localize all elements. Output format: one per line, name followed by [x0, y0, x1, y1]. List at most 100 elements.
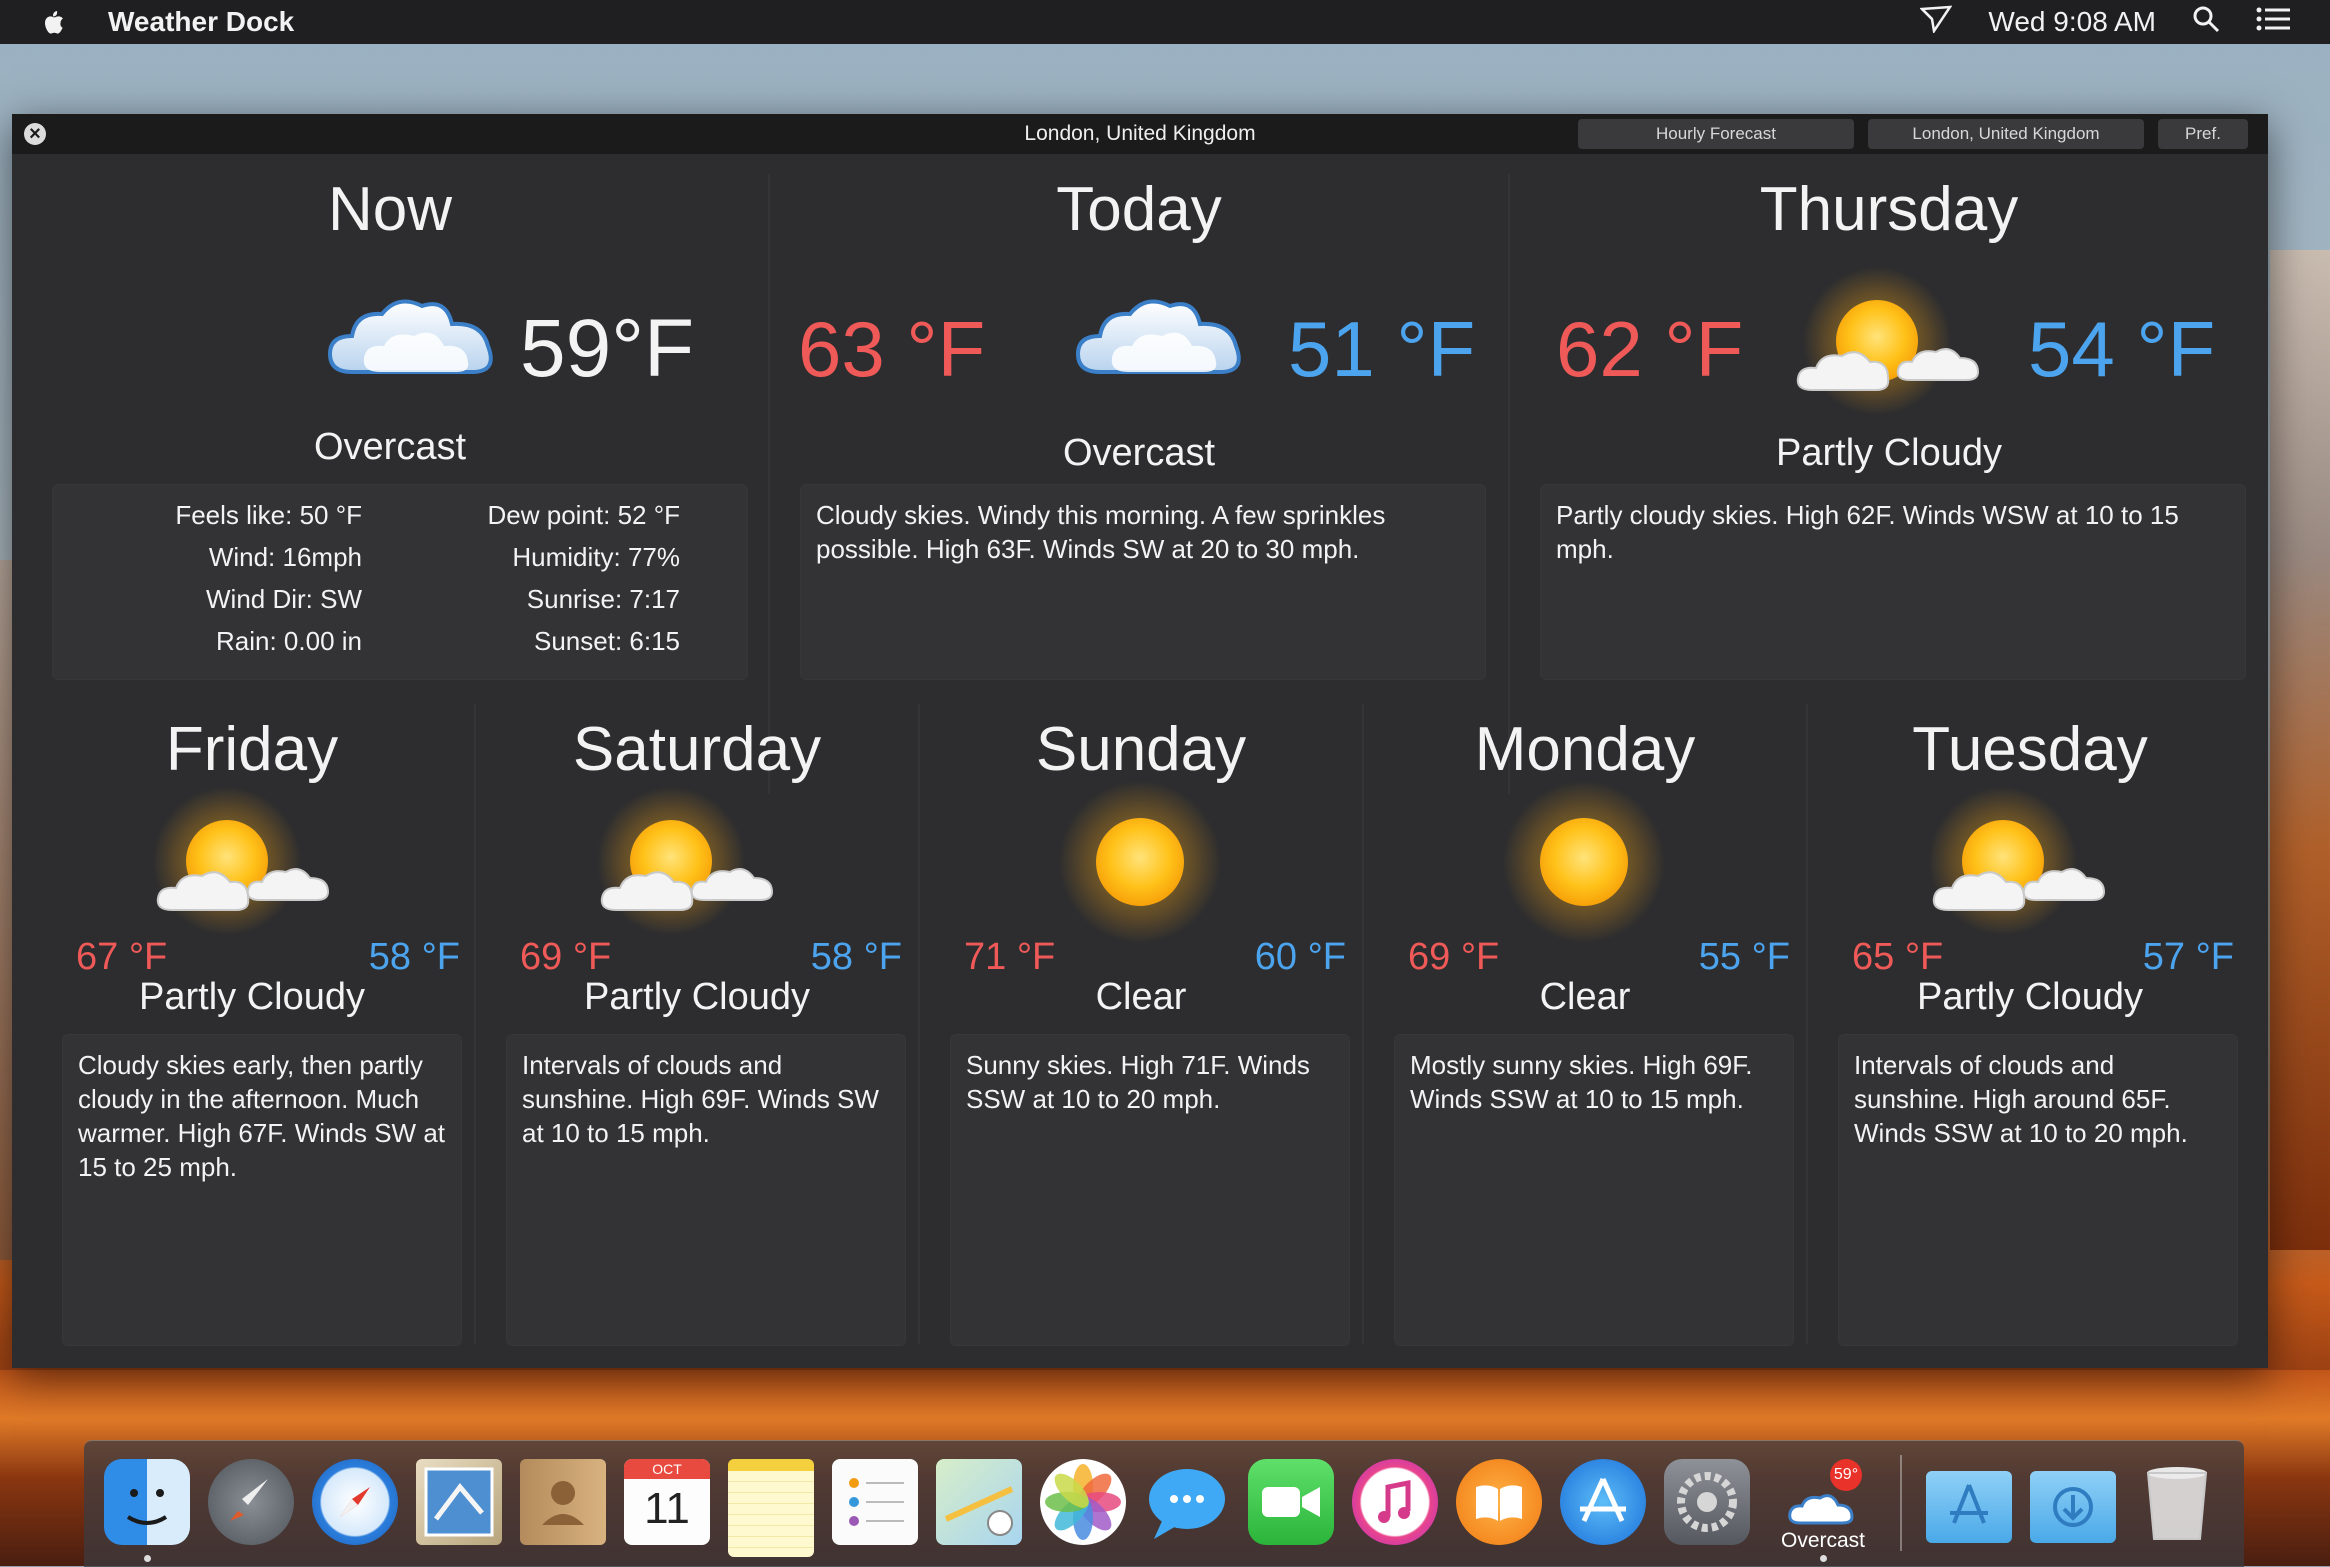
desktop-wallpaper-mountain — [2270, 250, 2330, 1250]
thursday-description: Partly cloudy skies. High 62F. Winds WSW… — [1556, 500, 2179, 564]
weather-dock-label: Overcast — [1780, 1529, 1866, 1552]
partly-cloudy-icon — [152, 786, 352, 936]
thursday-heading: Thursday — [1759, 175, 2019, 244]
sun-icon — [1058, 780, 1222, 944]
day-description: Intervals of clouds and sunshine. High a… — [1854, 1050, 2188, 1148]
dock-separator — [1900, 1455, 1902, 1551]
app-store-dock-icon[interactable] — [1560, 1459, 1646, 1545]
now-heading: Now — [327, 175, 453, 244]
partly-cloudy-icon — [596, 786, 796, 936]
today-description-box: Cloudy skies. Windy this morning. A few … — [800, 484, 1486, 680]
spotlight-search-icon[interactable] — [2192, 5, 2220, 40]
maps-dock-icon[interactable] — [936, 1459, 1022, 1545]
thursday-description-box: Partly cloudy skies. High 62F. Winds WSW… — [1540, 484, 2246, 680]
today-condition: Overcast — [1062, 432, 1216, 474]
window-titlebar[interactable]: × London, United Kingdom Hourly Forecast… — [12, 114, 2268, 154]
day-description-box: Mostly sunny skies. High 69F. Winds SSW … — [1394, 1034, 1794, 1346]
calendar-month: OCT — [624, 1459, 710, 1479]
facetime-dock-icon[interactable] — [1248, 1459, 1334, 1545]
calendar-dock-icon[interactable]: OCT 11 — [624, 1459, 710, 1545]
day-description: Intervals of clouds and sunshine. High 6… — [522, 1050, 879, 1148]
messages-dock-icon[interactable] — [1144, 1459, 1230, 1545]
launchpad-dock-icon[interactable] — [208, 1459, 294, 1545]
day-panel-monday: Monday 69 °F 55 °F Clear Mostly sunny sk… — [1364, 694, 1806, 1354]
location-button[interactable]: London, United Kingdom — [1868, 119, 2144, 149]
day-low: 57 °F — [2142, 936, 2234, 978]
humidity-value: Humidity: 77% — [512, 542, 680, 572]
thursday-high: 62 °F — [1556, 305, 1744, 393]
day-heading: Friday — [165, 715, 339, 784]
now-condition: Overcast — [313, 426, 467, 468]
day-high: 69 °F — [1408, 936, 1500, 978]
apple-menu-icon[interactable] — [42, 9, 64, 35]
thursday-condition: Partly Cloudy — [1776, 432, 2002, 474]
day-description-box: Intervals of clouds and sunshine. High 6… — [506, 1034, 906, 1346]
sunrise-value: Sunrise: 7:17 — [526, 584, 680, 614]
partly-cloudy-icon — [1928, 786, 2128, 936]
day-panel-tuesday: Tuesday 65 °F 57 °F Partly Cloudy Interv… — [1808, 694, 2252, 1354]
feels-like-value: Feels like: 50 °F — [175, 500, 362, 530]
photos-dock-icon[interactable] — [1040, 1459, 1126, 1545]
day-high: 71 °F — [964, 936, 1056, 978]
day-description-box: Cloudy skies early, then partly cloudy i… — [62, 1034, 462, 1346]
day-high: 67 °F — [76, 936, 168, 978]
day-heading: Monday — [1474, 715, 1696, 784]
now-temperature: 59°F — [520, 303, 695, 394]
notes-dock-icon[interactable] — [728, 1459, 814, 1557]
weather-dock-icon[interactable]: 59° Overcast — [1768, 1459, 1878, 1552]
now-details-left: Feels like: 50 °F Wind: 16mph Wind Dir: … — [175, 494, 362, 662]
today-description: Cloudy skies. Windy this morning. A few … — [816, 500, 1386, 564]
close-window-button[interactable]: × — [24, 123, 46, 145]
calendar-day: 11 — [644, 1484, 690, 1533]
reminders-dock-icon[interactable] — [832, 1459, 918, 1545]
day-low: 60 °F — [1254, 936, 1346, 978]
downloads-folder-dock-icon[interactable] — [2030, 1471, 2116, 1543]
wind-value: Wind: 16mph — [208, 542, 362, 572]
location-arrow-icon[interactable] — [1919, 5, 1953, 40]
day-heading: Saturday — [572, 715, 822, 784]
day-high: 65 °F — [1852, 936, 1944, 978]
day-description-box: Sunny skies. High 71F. Winds SSW at 10 t… — [950, 1034, 1350, 1346]
contacts-dock-icon[interactable] — [520, 1459, 606, 1545]
ibooks-dock-icon[interactable] — [1456, 1459, 1542, 1545]
hourly-forecast-button[interactable]: Hourly Forecast — [1578, 119, 1854, 149]
today-high: 63 °F — [798, 305, 986, 393]
system-preferences-dock-icon[interactable] — [1664, 1459, 1750, 1545]
app-name-menu[interactable]: Weather Dock — [108, 6, 294, 38]
day-condition: Clear — [1539, 976, 1631, 1018]
thursday-low: 54 °F — [2028, 305, 2216, 393]
weather-badge: 59° — [1830, 1459, 1862, 1491]
window-title: London, United Kingdom — [1024, 122, 1256, 145]
sunset-value: Sunset: 6:15 — [534, 626, 680, 656]
notification-center-icon[interactable] — [2256, 6, 2290, 39]
day-low: 55 °F — [1698, 936, 1790, 978]
partly-cloudy-icon — [1792, 266, 1992, 416]
now-details-right: Dew point: 52 °F Humidity: 77% Sunrise: … — [488, 494, 681, 662]
today-low: 51 °F — [1288, 305, 1476, 393]
finder-dock-icon[interactable] — [104, 1459, 190, 1545]
day-low: 58 °F — [368, 936, 460, 978]
safari-dock-icon[interactable] — [312, 1459, 398, 1545]
trash-dock-icon[interactable] — [2134, 1459, 2220, 1545]
weather-window: × London, United Kingdom Hourly Forecast… — [12, 114, 2268, 1368]
dock: OCT 11 59° Overcast — [84, 1440, 2244, 1567]
day-description: Cloudy skies early, then partly cloudy i… — [78, 1050, 445, 1182]
preferences-button[interactable]: Pref. — [2158, 119, 2248, 149]
dew-point-value: Dew point: 52 °F — [487, 500, 681, 530]
day-heading: Sunday — [1035, 715, 1247, 784]
applications-folder-dock-icon[interactable] — [1926, 1471, 2012, 1543]
day-low: 58 °F — [810, 936, 902, 978]
now-details-box: Feels like: 50 °F Wind: 16mph Wind Dir: … — [52, 484, 748, 680]
day-condition: Partly Cloudy — [1917, 976, 2143, 1018]
menubar-clock[interactable]: Wed 9:08 AM — [1988, 6, 2156, 38]
day-description: Mostly sunny skies. High 69F. Winds SSW … — [1410, 1050, 1753, 1114]
overcast-icon — [1070, 284, 1250, 389]
day-condition: Partly Cloudy — [584, 976, 810, 1018]
day-description-box: Intervals of clouds and sunshine. High a… — [1838, 1034, 2238, 1346]
day-high: 69 °F — [520, 936, 612, 978]
today-heading: Today — [1056, 175, 1222, 244]
day-condition: Clear — [1095, 976, 1187, 1018]
mail-dock-icon[interactable] — [416, 1459, 502, 1545]
rain-value: Rain: 0.00 in — [216, 626, 362, 656]
itunes-dock-icon[interactable] — [1352, 1459, 1438, 1545]
